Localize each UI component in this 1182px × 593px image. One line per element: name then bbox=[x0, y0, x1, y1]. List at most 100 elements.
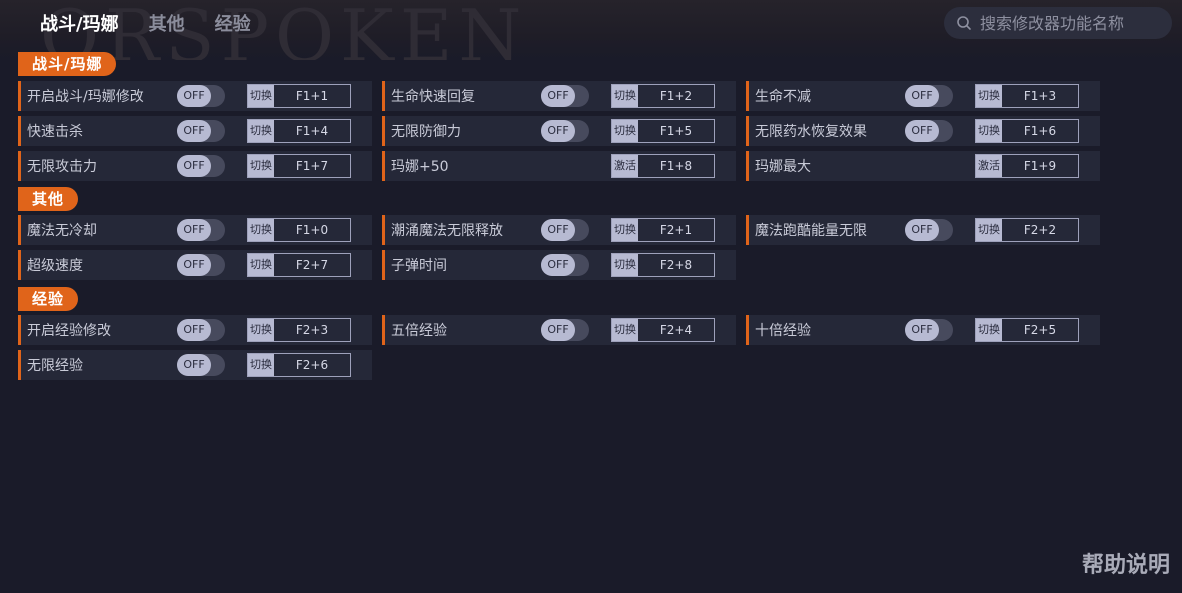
toggle-state-label: OFF bbox=[905, 85, 939, 107]
search-input[interactable] bbox=[978, 12, 1172, 34]
cheat-toggle[interactable]: OFF bbox=[177, 120, 225, 142]
hotkey-action-button[interactable]: 切换 bbox=[248, 319, 274, 341]
cheat-item: 快速击杀 OFF 切换 F1+4 bbox=[18, 116, 372, 146]
hotkey-action-button[interactable]: 切换 bbox=[976, 120, 1002, 142]
cheat-item: 魔法无冷却 OFF 切换 F1+0 bbox=[18, 215, 372, 245]
hotkey-binding[interactable]: F1+6 bbox=[1002, 120, 1078, 142]
cheat-label: 开启战斗/玛娜修改 bbox=[27, 89, 144, 105]
cheat-label: 无限经验 bbox=[27, 358, 83, 374]
hotkey-action-button[interactable]: 切换 bbox=[612, 120, 638, 142]
cheat-toggle[interactable]: OFF bbox=[905, 319, 953, 341]
hotkey-binding[interactable]: F1+3 bbox=[1002, 85, 1078, 107]
toggle-state-label: OFF bbox=[177, 254, 211, 276]
cheat-item: 玛娜+50 激活 F1+8 bbox=[382, 151, 736, 181]
tab-experience[interactable]: 经验 bbox=[215, 10, 251, 36]
hotkey-box: 切换 F2+4 bbox=[611, 318, 715, 342]
hotkey-binding[interactable]: F1+9 bbox=[1002, 155, 1078, 177]
toggle-state-label: OFF bbox=[905, 120, 939, 142]
help-button[interactable]: 帮助说明 bbox=[1082, 547, 1170, 579]
category-tabs: 战斗/玛娜 其他 经验 bbox=[40, 10, 251, 36]
hotkey-box: 切换 F2+3 bbox=[247, 318, 351, 342]
hotkey-binding[interactable]: F2+3 bbox=[274, 319, 350, 341]
cheat-toggle[interactable]: OFF bbox=[541, 120, 589, 142]
cheat-toggle[interactable]: OFF bbox=[177, 85, 225, 107]
cheat-label: 五倍经验 bbox=[391, 323, 447, 339]
hotkey-box: 切换 F1+0 bbox=[247, 218, 351, 242]
hotkey-binding[interactable]: F1+1 bbox=[274, 85, 350, 107]
hotkey-action-button[interactable]: 切换 bbox=[612, 85, 638, 107]
section-title: 经验 bbox=[18, 287, 79, 311]
cheat-label: 生命快速回复 bbox=[391, 89, 475, 105]
hotkey-binding[interactable]: F1+5 bbox=[638, 120, 714, 142]
cheat-toggle[interactable]: OFF bbox=[905, 120, 953, 142]
hotkey-action-button[interactable]: 切换 bbox=[248, 155, 274, 177]
cheat-item: 超级速度 OFF 切换 F2+7 bbox=[18, 250, 372, 280]
cheat-item: 潮涌魔法无限释放 OFF 切换 F2+1 bbox=[382, 215, 736, 245]
hotkey-action-button[interactable]: 切换 bbox=[612, 254, 638, 276]
hotkey-action-button[interactable]: 切换 bbox=[612, 319, 638, 341]
section-0: 战斗/玛娜 开启战斗/玛娜修改 OFF 切换 F1+1 生命快速回复 OFF 切换 F1+2 生命… bbox=[18, 52, 1100, 181]
hotkey-action-button[interactable]: 切换 bbox=[248, 85, 274, 107]
search-box[interactable] bbox=[944, 7, 1172, 39]
hotkey-binding[interactable]: F1+0 bbox=[274, 219, 350, 241]
cheat-label: 子弹时间 bbox=[391, 258, 447, 274]
cheat-item: 开启战斗/玛娜修改 OFF 切换 F1+1 bbox=[18, 81, 372, 111]
cheat-toggle[interactable]: OFF bbox=[177, 354, 225, 376]
hotkey-binding[interactable]: F2+1 bbox=[638, 219, 714, 241]
cheat-label: 开启经验修改 bbox=[27, 323, 111, 339]
hotkey-box: 激活 F1+9 bbox=[975, 154, 1079, 178]
hotkey-action-button[interactable]: 切换 bbox=[976, 319, 1002, 341]
hotkey-box: 切换 F1+5 bbox=[611, 119, 715, 143]
hotkey-binding[interactable]: F2+8 bbox=[638, 254, 714, 276]
toggle-state-label: OFF bbox=[541, 85, 575, 107]
toggle-state-label: OFF bbox=[177, 85, 211, 107]
hotkey-box: 切换 F1+6 bbox=[975, 119, 1079, 143]
cheat-toggle[interactable]: OFF bbox=[541, 319, 589, 341]
cheat-toggle[interactable]: OFF bbox=[541, 219, 589, 241]
toggle-state-label: OFF bbox=[177, 120, 211, 142]
hotkey-action-button[interactable]: 激活 bbox=[612, 155, 638, 177]
section-title: 其他 bbox=[18, 187, 79, 211]
cheat-toggle[interactable]: OFF bbox=[541, 254, 589, 276]
hotkey-binding[interactable]: F1+8 bbox=[638, 155, 714, 177]
cheat-label: 超级速度 bbox=[27, 258, 83, 274]
cheat-label: 潮涌魔法无限释放 bbox=[391, 223, 503, 239]
hotkey-action-button[interactable]: 切换 bbox=[248, 120, 274, 142]
hotkey-binding[interactable]: F2+4 bbox=[638, 319, 714, 341]
hotkey-binding[interactable]: F2+5 bbox=[1002, 319, 1078, 341]
hotkey-binding[interactable]: F2+2 bbox=[1002, 219, 1078, 241]
hotkey-binding[interactable]: F1+2 bbox=[638, 85, 714, 107]
cheat-label: 魔法跑酷能量无限 bbox=[755, 223, 867, 239]
hotkey-action-button[interactable]: 切换 bbox=[248, 254, 274, 276]
cheat-toggle[interactable]: OFF bbox=[905, 219, 953, 241]
cheat-toggle[interactable]: OFF bbox=[905, 85, 953, 107]
hotkey-box: 切换 F1+2 bbox=[611, 84, 715, 108]
tab-other[interactable]: 其他 bbox=[149, 10, 185, 36]
hotkey-binding[interactable]: F2+7 bbox=[274, 254, 350, 276]
search-icon bbox=[957, 16, 971, 30]
cheat-item: 子弹时间 OFF 切换 F2+8 bbox=[382, 250, 736, 280]
hotkey-box: 切换 F2+6 bbox=[247, 353, 351, 377]
hotkey-binding[interactable]: F1+7 bbox=[274, 155, 350, 177]
hotkey-action-button[interactable]: 切换 bbox=[976, 219, 1002, 241]
tab-combat-mana[interactable]: 战斗/玛娜 bbox=[40, 10, 119, 36]
hotkey-action-button[interactable]: 切换 bbox=[248, 219, 274, 241]
cheat-toggle[interactable]: OFF bbox=[177, 319, 225, 341]
hotkey-box: 切换 F2+1 bbox=[611, 218, 715, 242]
hotkey-box: 激活 F1+8 bbox=[611, 154, 715, 178]
cheat-label: 玛娜+50 bbox=[391, 159, 449, 175]
cheat-toggle[interactable]: OFF bbox=[177, 155, 225, 177]
hotkey-binding[interactable]: F1+4 bbox=[274, 120, 350, 142]
cheat-toggle[interactable]: OFF bbox=[177, 219, 225, 241]
cheat-toggle[interactable]: OFF bbox=[177, 254, 225, 276]
toggle-state-label: OFF bbox=[541, 120, 575, 142]
hotkey-action-button[interactable]: 激活 bbox=[976, 155, 1002, 177]
hotkey-action-button[interactable]: 切换 bbox=[248, 354, 274, 376]
hotkey-binding[interactable]: F2+6 bbox=[274, 354, 350, 376]
hotkey-action-button[interactable]: 切换 bbox=[612, 219, 638, 241]
cheat-item: 无限药水恢复效果 OFF 切换 F1+6 bbox=[746, 116, 1100, 146]
toggle-state-label: OFF bbox=[905, 219, 939, 241]
hotkey-box: 切换 F1+7 bbox=[247, 154, 351, 178]
cheat-toggle[interactable]: OFF bbox=[541, 85, 589, 107]
hotkey-action-button[interactable]: 切换 bbox=[976, 85, 1002, 107]
